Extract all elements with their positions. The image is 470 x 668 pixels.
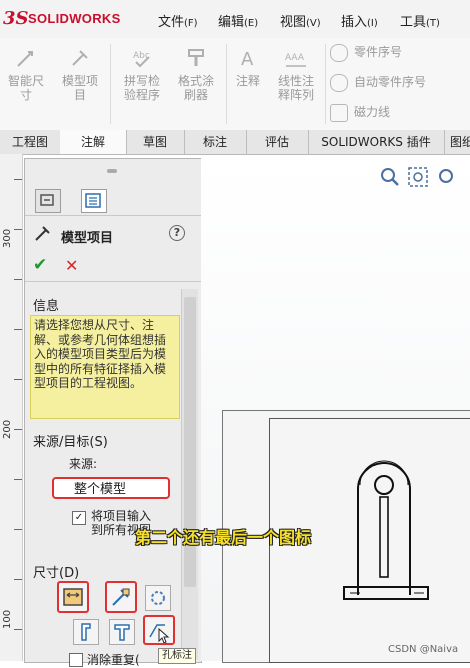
ruler-tick: [14, 629, 22, 630]
tab-markup[interactable]: 标注: [184, 130, 247, 154]
drawing-view-part[interactable]: [330, 445, 440, 605]
dimensions-group-header[interactable]: 尺寸(D): [33, 562, 79, 581]
ruler-tick: [14, 179, 22, 180]
tab-solidworks-addins[interactable]: SOLIDWORKS 插件: [308, 130, 445, 154]
balloon-button[interactable]: 零件序号: [330, 42, 402, 62]
source-destination-header[interactable]: 来源/目标(S): [33, 431, 108, 450]
tab-annotation[interactable]: 注解: [60, 130, 127, 154]
hole-callout-icon: [149, 624, 170, 644]
previous-view-icon[interactable]: [435, 166, 457, 191]
menu-insert[interactable]: 插入(I): [341, 11, 378, 30]
zoom-to-fit-icon[interactable]: [379, 166, 401, 191]
balloon-icon: [330, 43, 348, 62]
model-items-icon: [68, 46, 92, 70]
marked-for-drawing-icon: [63, 588, 83, 606]
tooltip: 孔标注: [158, 648, 196, 664]
menu-edit[interactable]: 编辑(E): [218, 11, 258, 30]
hole-wizard-locations-icon: [114, 624, 130, 641]
model-items-icon: [33, 223, 53, 246]
instance-count-button[interactable]: [145, 585, 171, 611]
feature-tree-icon: [40, 194, 54, 206]
format-painter-icon: [184, 46, 208, 70]
eliminate-duplicates-checkbox[interactable]: [69, 653, 83, 667]
spell-checker-icon: Abc: [130, 46, 154, 70]
auto-balloon-icon: [330, 73, 348, 92]
info-group-header[interactable]: 信息: [33, 295, 59, 314]
not-marked-for-drawing-button[interactable]: [105, 581, 137, 613]
ribbon-separator: [325, 44, 326, 124]
watermark: CSDN @Naiva: [388, 644, 459, 655]
ruler-tick: [14, 529, 22, 530]
ruler-label: 300: [2, 228, 13, 248]
solidworks-logo-text: SOLIDWORKS: [28, 11, 121, 26]
hole-wizard-profiles-icon: [81, 623, 91, 641]
vertical-ruler: 300 200 100: [0, 154, 23, 661]
property-list-icon: [85, 193, 101, 208]
eliminate-duplicates-label: 消除重复(: [87, 653, 140, 667]
divider: [25, 281, 201, 282]
menu-file[interactable]: 文件(F): [158, 11, 198, 30]
ok-button[interactable]: ✔: [33, 255, 47, 275]
help-icon[interactable]: ?: [169, 225, 185, 241]
command-tabs: 工程图 注解 草图 标注 评估 SOLIDWORKS 插件 图纸: [0, 130, 470, 155]
property-manager-tab[interactable]: [81, 189, 107, 213]
linear-note-pattern-button[interactable]: AAA 线性注 释阵列: [270, 46, 322, 102]
format-painter-button[interactable]: 格式涂 刷器: [170, 46, 222, 102]
note-icon: A: [236, 46, 260, 70]
ruler-tick: [14, 579, 22, 580]
ruler-tick: [14, 429, 22, 430]
command-manager-ribbon: 智能尺 寸 模型项 目 Abc 拼写检 验程序 格式涂 刷器 A 注释 AAA …: [0, 38, 470, 131]
divider: [25, 215, 201, 216]
source-select[interactable]: 整个模型: [52, 477, 170, 499]
magnetic-line-button[interactable]: 磁力线: [330, 102, 390, 122]
svg-text:AAA: AAA: [285, 53, 305, 63]
feature-manager-tab[interactable]: [35, 189, 61, 213]
ribbon-separator: [110, 44, 111, 124]
video-caption: 第二个还有最后一个图标: [135, 528, 312, 547]
not-marked-for-drawing-icon: [112, 588, 130, 606]
tab-sheet-format[interactable]: 图纸: [444, 130, 470, 154]
import-to-all-views-checkbox[interactable]: ✓: [72, 511, 86, 525]
hole-wizard-profiles-button[interactable]: [73, 619, 99, 645]
tab-evaluate[interactable]: 评估: [246, 130, 309, 154]
linear-note-pattern-icon: AAA: [284, 46, 308, 70]
hole-wizard-locations-button[interactable]: [109, 619, 135, 645]
ruler-tick: [14, 329, 22, 330]
svg-text:A: A: [241, 49, 254, 70]
page-title: 模型项目: [61, 231, 114, 246]
ruler-tick: [14, 379, 22, 380]
tab-sketch[interactable]: 草图: [126, 130, 185, 154]
cancel-button[interactable]: ✕: [65, 256, 78, 275]
menu-view[interactable]: 视图(V): [280, 11, 321, 30]
info-message: 请选择您想从尺寸、注解、或参考几何体组想插入的模型项目类型后为模型中的所有特征择…: [30, 315, 180, 419]
ruler-tick: [14, 479, 22, 480]
marked-for-drawing-button[interactable]: [57, 581, 89, 613]
solidworks-logo-icon: 3S: [3, 8, 29, 29]
hole-callout-button[interactable]: [143, 615, 175, 645]
panel-grip[interactable]: [107, 169, 117, 173]
smart-dimension-button[interactable]: 智能尺 寸: [4, 46, 48, 102]
property-manager: 模型项目 ? ✔ ✕ 信息 请选择您想从尺寸、注解、或参考几何体组想插入的模型项…: [24, 158, 202, 667]
ruler-label: 100: [2, 609, 13, 629]
source-label: 来源:: [69, 457, 98, 471]
model-items-button[interactable]: 模型项 目: [58, 46, 102, 102]
spell-checker-button[interactable]: Abc 拼写检 验程序: [116, 46, 168, 102]
auto-balloon-button[interactable]: 自动零件序号: [330, 72, 426, 92]
ribbon-separator: [226, 44, 227, 124]
title-bar: 3S SOLIDWORKS 文件(F) 编辑(E) 视图(V) 插入(I) 工具…: [0, 0, 470, 39]
zoom-to-area-icon[interactable]: [407, 166, 429, 191]
menu-tools[interactable]: 工具(T): [400, 11, 440, 30]
panel-scrollbar[interactable]: [181, 289, 198, 659]
ruler-tick: [14, 229, 22, 230]
ruler-tick: [14, 279, 22, 280]
smart-dimension-icon: [14, 46, 38, 70]
tab-drawing[interactable]: 工程图: [0, 130, 61, 154]
ruler-label: 200: [2, 419, 13, 439]
magnetic-line-icon: [330, 103, 348, 122]
instance-count-icon: [151, 591, 165, 605]
note-button[interactable]: A 注释: [230, 46, 266, 88]
